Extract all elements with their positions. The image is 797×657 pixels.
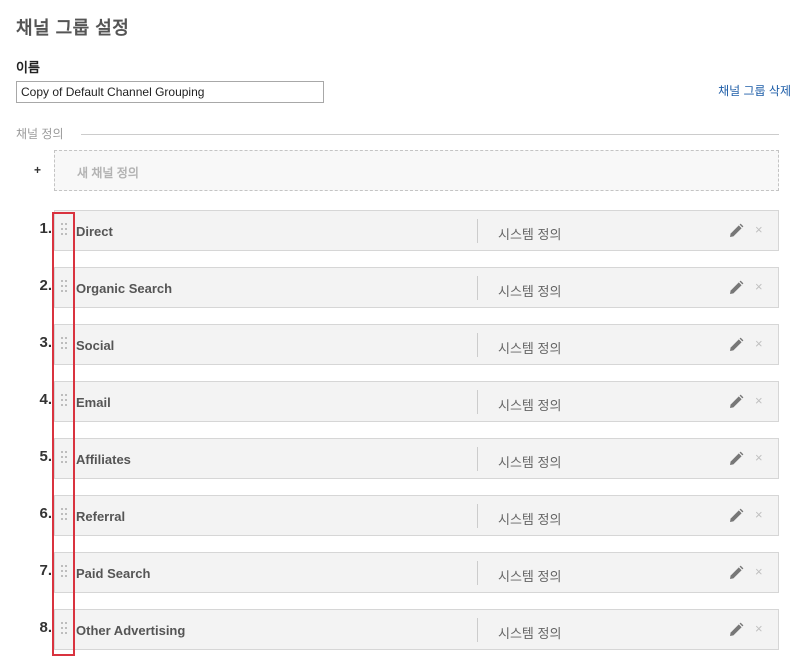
channel-name: Referral <box>76 509 126 524</box>
new-channel-definition-button[interactable]: 새 채널 정의 <box>54 150 779 191</box>
channel-row: Affiliates 시스템 정의 × <box>54 438 779 479</box>
channel-type: 시스템 정의 <box>498 284 562 299</box>
channel-row: Organic Search 시스템 정의 × <box>54 267 779 308</box>
row-divider <box>477 447 478 471</box>
close-icon[interactable]: × <box>755 621 763 637</box>
section-divider <box>81 134 779 135</box>
channel-name: Other Advertising <box>76 623 186 638</box>
channel-row: Email 시스템 정의 × <box>54 381 779 422</box>
pencil-icon[interactable] <box>728 622 744 638</box>
drag-handle-icon[interactable] <box>61 337 69 353</box>
drag-handle-icon[interactable] <box>61 394 69 410</box>
channel-name: Social <box>76 338 115 353</box>
drag-handle-icon[interactable] <box>61 565 69 581</box>
drag-handle-icon[interactable] <box>61 508 69 524</box>
drag-handle-icon[interactable] <box>61 451 69 467</box>
section-title: 채널 정의 <box>16 127 64 141</box>
channel-name: Email <box>76 395 111 410</box>
pencil-icon[interactable] <box>728 223 744 239</box>
channel-row-number: 2. <box>39 277 52 294</box>
channel-group-name-input[interactable] <box>16 81 324 103</box>
channel-name: Paid Search <box>76 566 151 581</box>
close-icon[interactable]: × <box>755 450 763 466</box>
channel-row-number: 5. <box>39 448 52 465</box>
channel-row-number: 3. <box>39 334 52 351</box>
pencil-icon[interactable] <box>728 337 744 353</box>
channel-type: 시스템 정의 <box>498 626 562 641</box>
channel-row: Referral 시스템 정의 × <box>54 495 779 536</box>
channel-name: Organic Search <box>76 281 173 296</box>
channel-row-number: 8. <box>39 619 52 636</box>
pencil-icon[interactable] <box>728 508 744 524</box>
plus-icon: + <box>34 163 42 177</box>
new-channel-label: 새 채널 정의 <box>77 166 139 180</box>
channel-name: Direct <box>76 224 113 239</box>
channel-row: Paid Search 시스템 정의 × <box>54 552 779 593</box>
close-icon[interactable]: × <box>755 279 763 295</box>
pencil-icon[interactable] <box>728 280 744 296</box>
channel-name: Affiliates <box>76 452 131 467</box>
pencil-icon[interactable] <box>728 565 744 581</box>
channel-type: 시스템 정의 <box>498 398 562 413</box>
row-divider <box>477 333 478 357</box>
channel-type: 시스템 정의 <box>498 569 562 584</box>
row-divider <box>477 219 478 243</box>
channel-type: 시스템 정의 <box>498 341 562 356</box>
channel-row-number: 6. <box>39 505 52 522</box>
row-divider <box>477 504 478 528</box>
row-divider <box>477 561 478 585</box>
close-icon[interactable]: × <box>755 507 763 523</box>
drag-handle-icon[interactable] <box>61 622 69 638</box>
channel-row-number: 1. <box>39 220 52 237</box>
close-icon[interactable]: × <box>755 393 763 409</box>
channel-type: 시스템 정의 <box>498 227 562 242</box>
row-divider <box>477 276 478 300</box>
page-title: 채널 그룹 설정 <box>16 18 130 38</box>
drag-handle-icon[interactable] <box>61 223 69 239</box>
channel-row: Direct 시스템 정의 × <box>54 210 779 251</box>
pencil-icon[interactable] <box>728 394 744 410</box>
channel-row-number: 7. <box>39 562 52 579</box>
channel-row: Other Advertising 시스템 정의 × <box>54 609 779 650</box>
channel-type: 시스템 정의 <box>498 455 562 470</box>
pencil-icon[interactable] <box>728 451 744 467</box>
drag-handle-icon[interactable] <box>61 280 69 296</box>
row-divider <box>477 390 478 414</box>
channel-row-number: 4. <box>39 391 52 408</box>
channel-type: 시스템 정의 <box>498 512 562 527</box>
row-divider <box>477 618 478 642</box>
close-icon[interactable]: × <box>755 222 763 238</box>
name-label: 이름 <box>16 60 40 75</box>
delete-channel-group-link[interactable]: 채널 그룹 삭제 <box>718 82 791 99</box>
close-icon[interactable]: × <box>755 564 763 580</box>
channel-row: Social 시스템 정의 × <box>54 324 779 365</box>
close-icon[interactable]: × <box>755 336 763 352</box>
